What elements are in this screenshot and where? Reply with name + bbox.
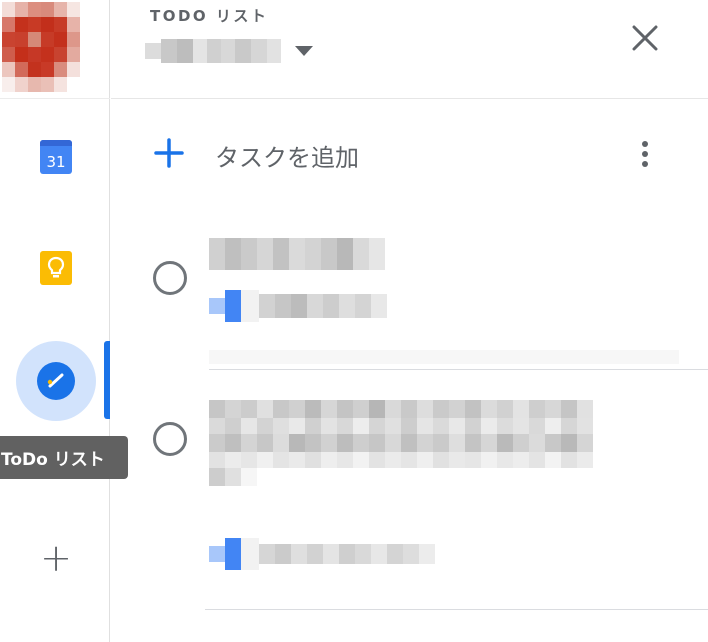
calendar-button[interactable]: 31 (16, 117, 96, 197)
calendar-icon: 31 (40, 140, 72, 174)
add-task-row[interactable]: タスクを追加 (111, 118, 708, 190)
close-button[interactable] (623, 16, 667, 60)
task-list-chip (209, 538, 435, 570)
tasks-panel: TODO リスト タスクを追加 (111, 0, 708, 642)
more-vert-icon (642, 141, 648, 167)
lightbulb-icon (40, 251, 72, 285)
panel-title: TODO リスト (150, 7, 269, 25)
task-divider (209, 369, 708, 370)
task-item[interactable] (111, 390, 708, 610)
tooltip: ToDo リスト (0, 436, 128, 479)
close-icon (632, 25, 658, 51)
task-checkbox[interactable] (153, 422, 187, 456)
tasks-button[interactable] (16, 341, 96, 421)
task-notes-redacted (209, 350, 679, 364)
task-list-chip (209, 290, 387, 322)
plus-icon: + (40, 536, 72, 580)
active-indicator (104, 341, 110, 419)
task-title-redacted (209, 238, 629, 270)
task-checkbox[interactable] (153, 261, 187, 295)
task-title-redacted (209, 400, 593, 486)
avatar[interactable] (2, 2, 80, 92)
get-addons-button[interactable]: + (16, 518, 96, 598)
tasks-check-icon (37, 362, 75, 400)
add-task-label: タスクを追加 (215, 144, 359, 172)
panel-header: TODO リスト (111, 0, 708, 99)
plus-icon (151, 135, 187, 171)
rail-divider (0, 98, 110, 99)
task-item[interactable] (111, 230, 708, 370)
list-selector[interactable] (145, 33, 313, 69)
keep-button[interactable] (16, 228, 96, 308)
arrow-drop-down-icon (295, 46, 313, 56)
list-name-redacted (145, 39, 281, 63)
calendar-date: 31 (46, 153, 66, 171)
task-divider (205, 609, 708, 610)
side-rail: 31 + (0, 0, 110, 642)
more-options-button[interactable] (629, 134, 661, 174)
